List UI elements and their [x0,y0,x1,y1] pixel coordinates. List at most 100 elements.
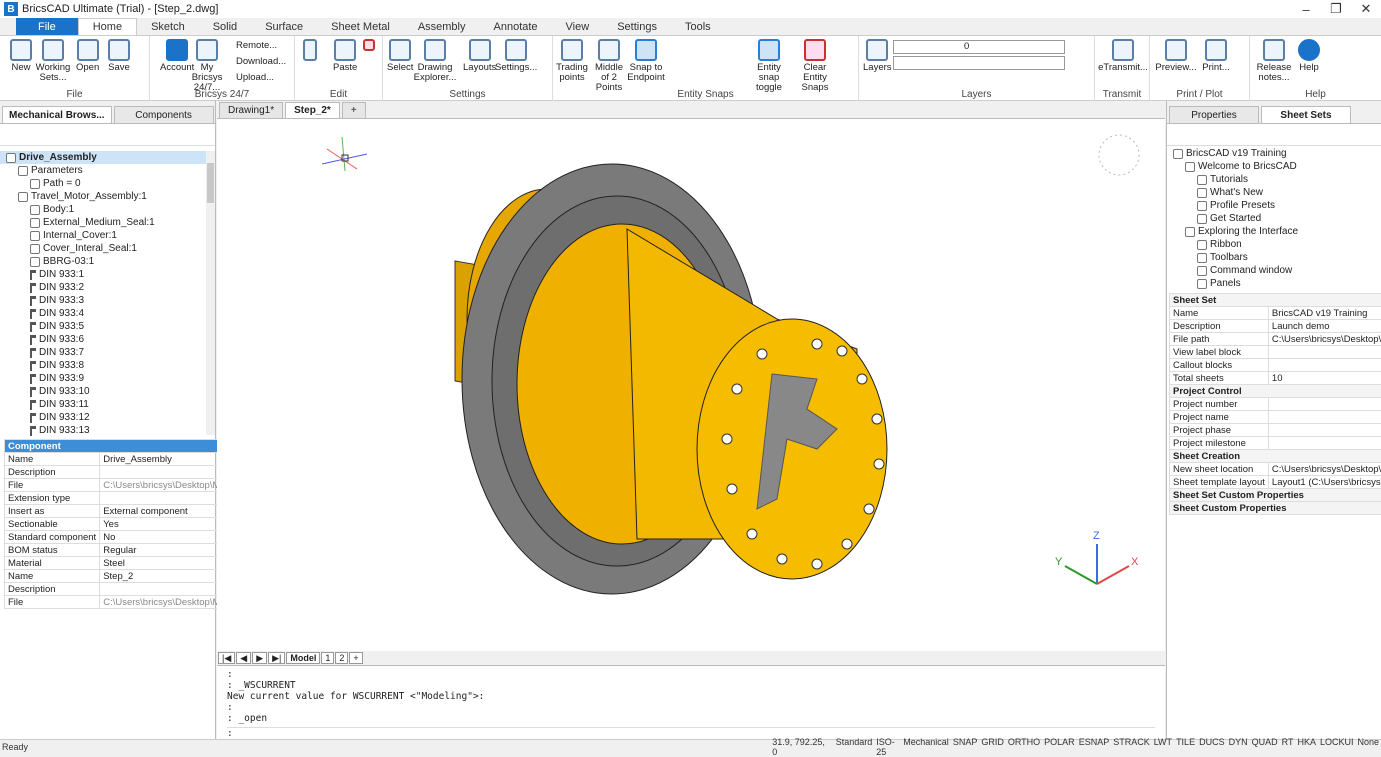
download-button[interactable]: Download... [236,56,286,67]
paste-button[interactable]: Paste [333,39,357,73]
tree-item[interactable]: DIN 933:13 [0,424,208,437]
viewcube-compass-icon[interactable] [1099,135,1139,175]
undo-button[interactable] [363,39,375,53]
clear-entity-snaps-button[interactable]: Clear Entity Snaps [795,39,835,93]
tree-item[interactable]: Internal_Cover:1 [0,229,208,242]
tab-settings[interactable]: Settings [603,18,671,35]
property-value[interactable]: C:\Users\bricsys\Desktop\Datase [1268,333,1381,346]
status-toggle-grid[interactable]: GRID [979,737,1006,757]
tree-item[interactable]: Welcome to BricsCAD [1167,160,1375,173]
tree-item[interactable]: Command window [1167,264,1375,277]
entity-snap-toggle-button[interactable]: Entity snap toggle [749,39,789,93]
tree-item[interactable]: Drive_Assembly [0,151,208,164]
layer-filter-dropdown[interactable] [893,56,1065,70]
property-value[interactable] [1268,437,1381,450]
status-toggle-tile[interactable]: TILE [1174,737,1197,757]
property-row[interactable]: Insert asExternal component [5,505,244,518]
tree-scrollbar[interactable] [206,151,215,435]
status-toggle-mechanical[interactable]: Mechanical [901,737,951,757]
property-row[interactable]: File pathC:\Users\bricsys\Desktop\Datase [1170,333,1381,346]
property-value[interactable] [1268,424,1381,437]
tab-components[interactable]: Components [114,106,214,123]
property-value[interactable] [1268,398,1381,411]
tree-item[interactable]: Parameters [0,164,208,177]
select-button[interactable]: Select [387,39,413,73]
tab-sketch[interactable]: Sketch [137,18,199,35]
property-row[interactable]: Project number [1170,398,1381,411]
status-toggle-quad[interactable]: QUAD [1250,737,1280,757]
property-value[interactable]: C:\Users\bricsys\Desktop\Datase [1268,463,1381,476]
status-toggle-polar[interactable]: POLAR [1042,737,1077,757]
property-row[interactable]: FileC:\Users\bricsys\Desktop\MCAD [5,596,244,609]
tree-item[interactable]: DIN 933:2 [0,281,208,294]
remote-button[interactable]: Remote... [236,40,277,51]
tree-item[interactable]: DIN 933:6 [0,333,208,346]
new-button[interactable]: New [10,39,32,73]
tab-annotate[interactable]: Annotate [480,18,552,35]
drive-assembly-model[interactable] [455,164,887,594]
tree-item[interactable]: DIN 933:9 [0,372,208,385]
tree-item[interactable]: Travel_Motor_Assembly:1 [0,190,208,203]
tree-item[interactable]: DIN 933:4 [0,307,208,320]
tree-item[interactable]: Path = 0 [0,177,208,190]
status-toggle-none[interactable]: None [1356,737,1381,757]
working-sets-button[interactable]: Working Sets... [38,39,68,83]
open-button[interactable]: Open [76,39,99,73]
property-value[interactable]: Layout1 (C:\Users\bricsys\AppDa [1268,476,1381,489]
status-toggle-lockui[interactable]: LOCKUI [1318,737,1356,757]
layer-dropdown[interactable]: 0 [893,40,1065,54]
tree-item[interactable]: Profile Presets [1167,199,1375,212]
property-value[interactable]: 10 [1268,372,1381,385]
layers-button[interactable]: Layers [863,39,892,73]
help-button[interactable]: Help [1298,39,1320,73]
settings-button[interactable]: Settings... [495,39,537,73]
property-row[interactable]: New sheet locationC:\Users\bricsys\Deskt… [1170,463,1381,476]
first-layout-button[interactable]: |◀ [218,652,235,664]
tree-item[interactable]: BricsCAD v19 Training [1167,147,1375,160]
tab-sheet-sets[interactable]: Sheet Sets [1261,106,1351,123]
property-value[interactable] [1268,359,1381,372]
last-layout-button[interactable]: ▶| [268,652,285,664]
tab-surface[interactable]: Surface [251,18,317,35]
tree-item[interactable]: Cover_Interal_Seal:1 [0,242,208,255]
tree-item[interactable]: Exploring the Interface [1167,225,1375,238]
property-row[interactable]: NameDrive_Assembly [5,453,244,466]
status-toggle-ducs[interactable]: DUCS [1197,737,1227,757]
tab-drawing1[interactable]: Drawing1* [219,102,283,118]
command-line[interactable]: : : _WSCURRENT New current value for WSC… [217,665,1165,739]
property-row[interactable]: NameStep_2 [5,570,244,583]
tab-layout-1[interactable]: 1 [321,652,334,664]
status-toggle-strack[interactable]: STRACK [1111,737,1152,757]
status-toggle-dyn[interactable]: DYN [1227,737,1250,757]
add-layout-button[interactable]: + [349,652,362,664]
release-notes-button[interactable]: Release notes... [1256,39,1292,83]
upload-button[interactable]: Upload... [236,72,274,83]
tree-item[interactable]: What's New [1167,186,1375,199]
tab-assembly[interactable]: Assembly [404,18,480,35]
tree-item[interactable]: Tutorials [1167,173,1375,186]
property-row[interactable]: BOM statusRegular [5,544,244,557]
property-row[interactable]: Project phase [1170,424,1381,437]
tab-step2[interactable]: Step_2* [285,102,340,118]
tab-mechanical-browser[interactable]: Mechanical Brows... [2,106,112,123]
property-row[interactable]: Callout blocks [1170,359,1381,372]
new-tab-button[interactable]: + [342,102,366,118]
property-row[interactable]: DescriptionLaunch demo [1170,320,1381,333]
tab-model[interactable]: Model [286,652,320,664]
preview-button[interactable]: Preview... [1156,39,1196,73]
tree-item[interactable]: DIN 933:3 [0,294,208,307]
tab-file[interactable]: File [16,18,78,35]
layouts-button[interactable]: Layouts [463,39,496,73]
snap-to-endpoint-button[interactable]: Snap to Endpoint [629,39,663,83]
property-row[interactable]: Extension type [5,492,244,505]
property-row[interactable]: SectionableYes [5,518,244,531]
next-layout-button[interactable]: ▶ [252,652,267,664]
property-row[interactable]: Sheet template layoutLayout1 (C:\Users\b… [1170,476,1381,489]
tree-item[interactable]: Get Started [1167,212,1375,225]
account-button[interactable]: Account [160,39,194,73]
status-toggle-iso-25[interactable]: ISO-25 [874,737,901,757]
tab-home[interactable]: Home [78,18,137,35]
tree-item[interactable]: DIN 933:11 [0,398,208,411]
status-toggle-ortho[interactable]: ORTHO [1006,737,1042,757]
print-button[interactable]: Print... [1198,39,1234,73]
